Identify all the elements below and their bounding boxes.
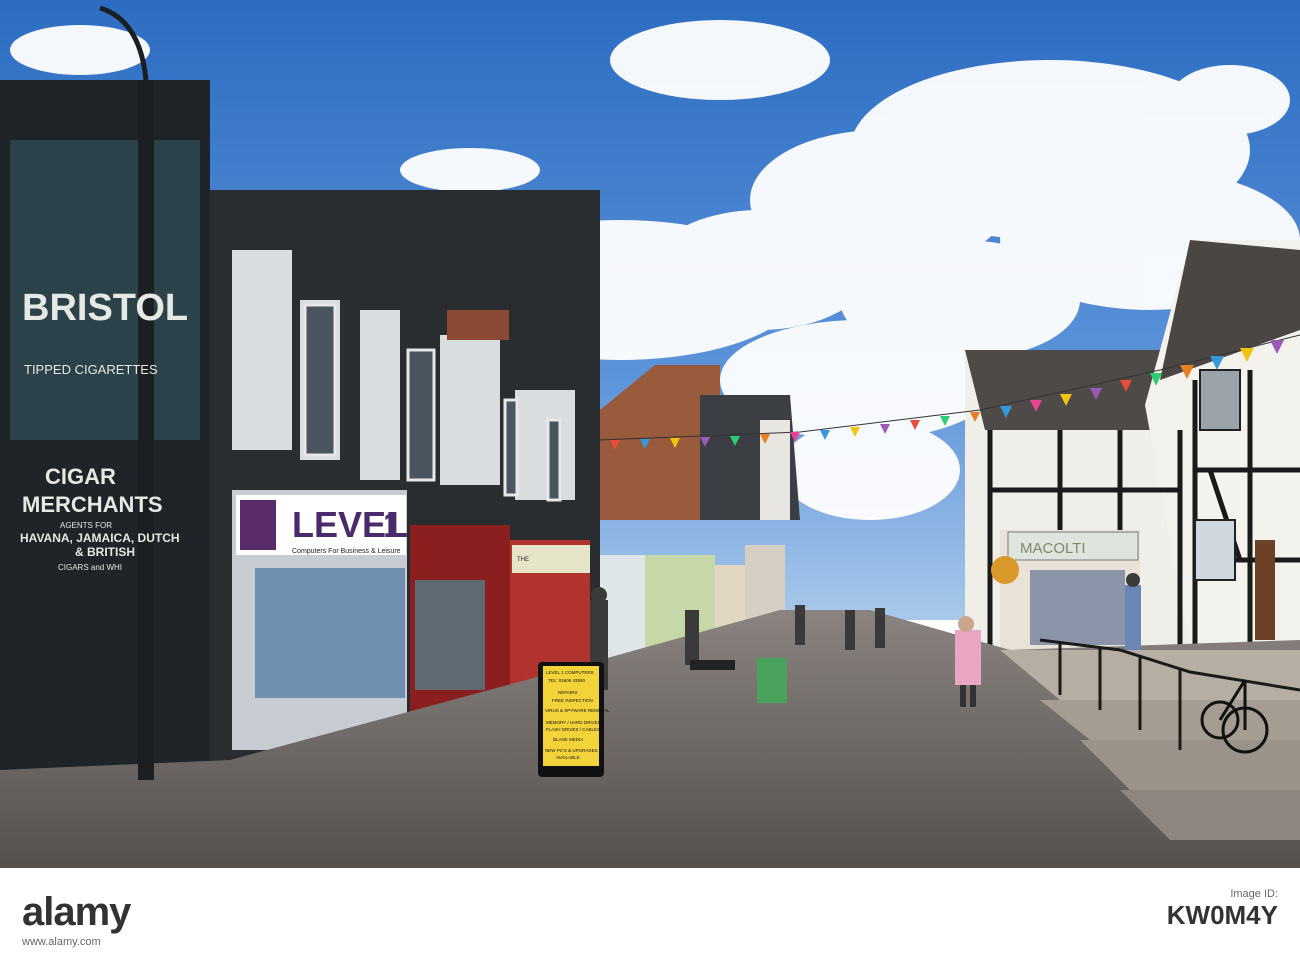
level1-num: 1 xyxy=(383,504,403,545)
image-id-value: KW0M4Y xyxy=(1166,900,1278,930)
stock-photo-banner xyxy=(0,868,1300,956)
aboard-line9: NEW PC'S & UPGRADES xyxy=(545,748,598,753)
wall-sign-line4: MERCHANTS xyxy=(22,492,163,517)
wall-sign-line7: & BRITISH xyxy=(75,545,135,559)
aboard-line6: MEMORY / HARD DRIVES xyxy=(546,720,601,725)
street-scene-illustration: BRISTOL TIPPED CIGARETTES CIGAR MERCHANT… xyxy=(0,0,1300,868)
wall-sign-line8: CIGARS and WHI xyxy=(58,563,122,572)
wall-sign-line3: CIGAR xyxy=(45,464,116,489)
wall-sign-line1: BRISTOL xyxy=(22,287,188,329)
aboard-line4: FREE INSPECTION xyxy=(552,698,593,703)
level1-tagline: Computers For Business & Leisure xyxy=(292,548,401,555)
aboard-line3: REPAIRS xyxy=(558,690,577,695)
aboard-line10: AVAILABLE xyxy=(556,755,580,760)
aboard-line5: VIRUS & SPYWARE REMOVAL xyxy=(545,708,610,713)
bench xyxy=(690,660,735,670)
street-photo: BRISTOL TIPPED CIGARETTES CIGAR MERCHANT… xyxy=(0,0,1300,868)
aboard-line8: BLANK MEDIA xyxy=(553,737,583,742)
logo-text: alamy xyxy=(22,890,131,934)
aboard-line1: LEVEL 1 COMPUTERS xyxy=(546,670,594,675)
macolti-sign: MACOLTI xyxy=(1020,540,1086,557)
aboard-line2: TEL: 01606 43550 xyxy=(548,678,586,683)
website-url: www.alamy.com xyxy=(22,936,101,948)
wall-sign-line6: HAVANA, JAMAICA, DUTCH xyxy=(20,531,180,545)
shop3-sign: THE xyxy=(517,557,529,563)
wall-sign-line5: AGENTS FOR xyxy=(60,521,112,530)
hanging-basket xyxy=(991,556,1019,584)
image-id-label: Image ID: xyxy=(1230,888,1278,900)
alamy-logo: alamy xyxy=(22,890,131,935)
colourful-a-board xyxy=(757,658,787,703)
aboard-line7: FLASH DRIVES / CABLES xyxy=(546,727,600,732)
wall-sign-line2: TIPPED CIGARETTES xyxy=(24,362,158,377)
image-id-block: Image ID: KW0M4Y xyxy=(1167,888,1278,931)
